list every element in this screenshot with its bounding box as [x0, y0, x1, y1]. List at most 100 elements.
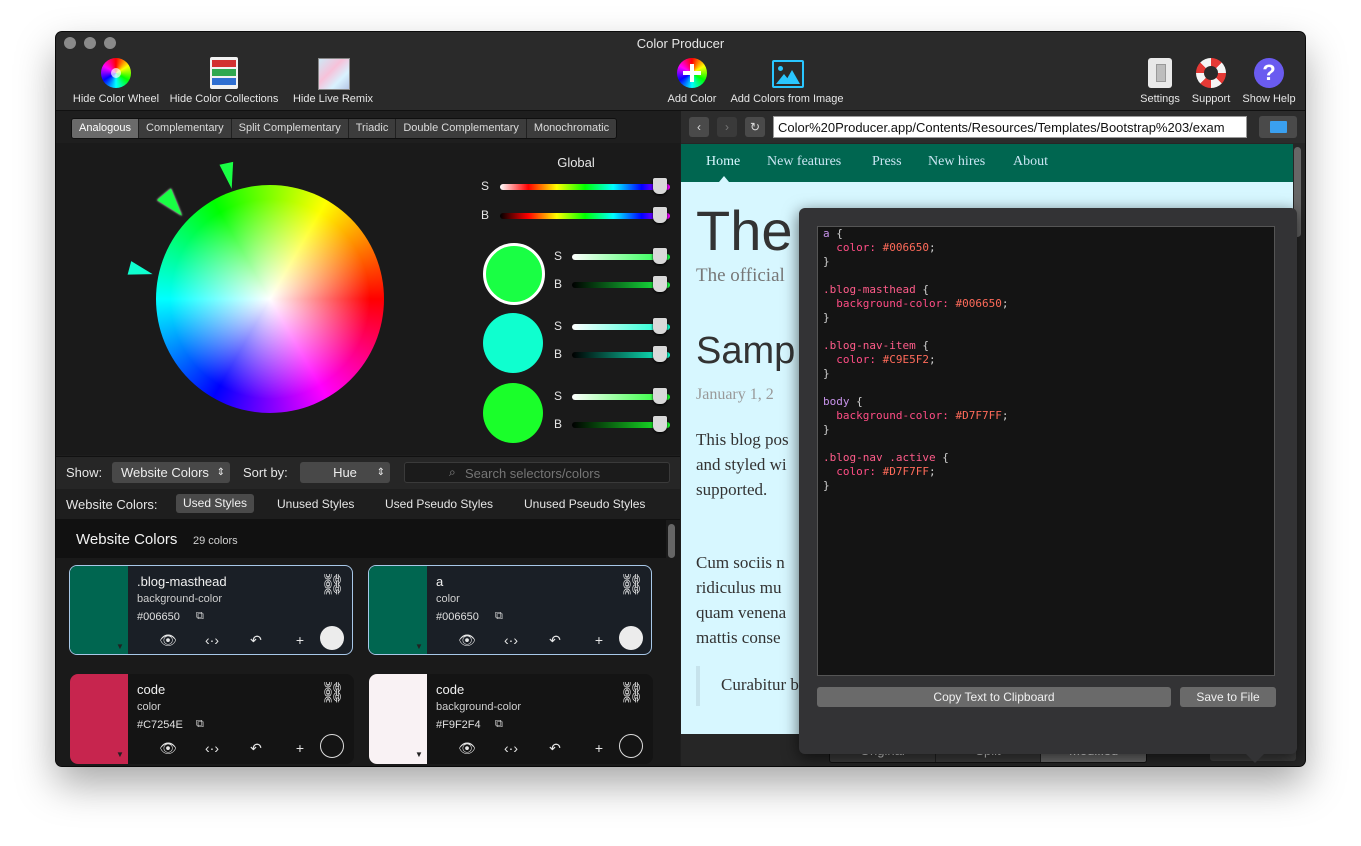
tab-unused-styles[interactable]: Unused Styles — [277, 497, 354, 511]
color-1-s-knob[interactable] — [653, 248, 667, 264]
color-blend-icon[interactable] — [619, 626, 643, 650]
url-field[interactable]: Color%20Producer.app/Contents/Resources/… — [773, 116, 1247, 138]
plus-icon[interactable]: + — [278, 740, 322, 758]
eye-icon[interactable]: 👁 — [445, 740, 489, 758]
link-icon[interactable]: ⛓ — [619, 572, 644, 597]
back-button[interactable]: ‹ — [689, 117, 709, 137]
color-3-b-knob[interactable] — [653, 416, 667, 432]
color-swatch[interactable] — [70, 566, 128, 654]
reload-button[interactable]: ↻ — [745, 117, 765, 137]
reply-icon[interactable]: ↶ — [533, 632, 577, 650]
swatch-menu-icon[interactable]: ▼ — [415, 750, 423, 759]
link-icon[interactable]: ⛓ — [320, 572, 345, 597]
add-colors-from-image-button[interactable]: Add Colors from Image — [724, 56, 850, 105]
add-color-button[interactable]: Add Color — [662, 56, 722, 105]
swatch-menu-icon[interactable]: ▼ — [116, 642, 124, 651]
harmony-color-2[interactable] — [483, 313, 543, 373]
nav-item-new-features[interactable]: New features — [767, 154, 841, 170]
unlink-icon[interactable]: ⛓ — [320, 680, 345, 705]
swatch-menu-icon[interactable]: ▼ — [415, 642, 423, 651]
code-icon[interactable]: ‹·› — [489, 740, 533, 758]
global-s-slider[interactable] — [500, 184, 670, 190]
color-1-b-knob[interactable] — [653, 276, 667, 292]
tab-used-pseudo-styles[interactable]: Used Pseudo Styles — [385, 497, 493, 511]
copy-icon[interactable]: ⧉ — [495, 718, 503, 731]
swatch-menu-icon[interactable]: ▼ — [116, 750, 124, 759]
code-icon[interactable]: ‹·› — [190, 740, 234, 758]
tab-unused-pseudo-styles[interactable]: Unused Pseudo Styles — [524, 497, 645, 511]
folder-button[interactable] — [1259, 116, 1297, 138]
plus-icon[interactable]: + — [577, 632, 621, 650]
show-help-button[interactable]: ? Show Help — [1238, 56, 1300, 105]
css-code-view[interactable]: a { color: #006650;} .blog-masthead { bac… — [817, 226, 1275, 676]
copy-to-clipboard-button[interactable]: Copy Text to Clipboard — [817, 687, 1171, 707]
show-select[interactable]: Website Colors ⇕ — [112, 462, 230, 483]
eye-icon[interactable]: 👁 — [445, 632, 489, 650]
tab-double-complementary[interactable]: Double Complementary — [396, 119, 527, 138]
color-card[interactable]: ▼ a color #006650 ⧉ ⛓ 👁 ‹·› ↶ + — [368, 565, 652, 655]
sort-select-value: Hue — [333, 465, 357, 480]
color-card[interactable]: ▼ code color #C7254E ⧉ ⛓ 👁 ‹·› ↶ + — [70, 674, 354, 764]
search-input[interactable] — [463, 464, 667, 483]
global-b-slider[interactable] — [500, 213, 670, 219]
plus-icon[interactable]: + — [278, 632, 322, 650]
tab-triadic[interactable]: Triadic — [348, 119, 397, 138]
plus-icon[interactable]: + — [577, 740, 621, 758]
color-blend-icon[interactable] — [320, 734, 344, 758]
harmony-color-1[interactable] — [483, 243, 545, 305]
blog-nav: Home New features Press New hires About — [681, 144, 1293, 182]
css-code-token: { — [915, 283, 929, 296]
color-2-s-knob[interactable] — [653, 318, 667, 334]
nav-item-home[interactable]: Home — [706, 154, 740, 170]
code-icon[interactable]: ‹·› — [489, 632, 533, 650]
copy-icon[interactable]: ⧉ — [196, 610, 204, 623]
search-field[interactable]: ⌕ — [404, 462, 670, 483]
list-scrollbar[interactable] — [668, 524, 675, 558]
css-code-token: background-color: — [823, 409, 956, 422]
unlink-icon[interactable]: ⛓ — [619, 680, 644, 705]
tab-used-styles[interactable]: Used Styles — [176, 494, 255, 513]
tab-monochromatic[interactable]: Monochromatic — [526, 119, 617, 138]
color-2-b-knob[interactable] — [653, 346, 667, 362]
tab-analogous[interactable]: Analogous — [72, 119, 139, 138]
color-3-s-knob[interactable] — [653, 388, 667, 404]
color-wheel[interactable] — [156, 185, 384, 413]
copy-icon[interactable]: ⧉ — [495, 610, 503, 623]
global-s-knob[interactable] — [653, 178, 667, 194]
color-blend-icon[interactable] — [320, 626, 344, 650]
reply-icon[interactable]: ↶ — [234, 740, 278, 758]
hide-live-remix-button[interactable]: Hide Live Remix — [288, 56, 378, 105]
wheel-handle-3[interactable] — [127, 261, 155, 281]
tab-complementary[interactable]: Complementary — [139, 119, 232, 138]
css-code-token: color: — [823, 465, 883, 478]
tab-split-complementary[interactable]: Split Complementary — [231, 119, 349, 138]
wheel-handle-2[interactable] — [157, 188, 189, 222]
global-b-knob[interactable] — [653, 207, 667, 223]
harmony-color-3[interactable] — [483, 383, 543, 443]
nav-item-press[interactable]: Press — [872, 154, 902, 170]
reply-icon[interactable]: ↶ — [533, 740, 577, 758]
copy-icon[interactable]: ⧉ — [196, 718, 204, 731]
blog-description: The official — [696, 265, 785, 286]
code-icon[interactable]: ‹·› — [190, 632, 234, 650]
color-card[interactable]: ▼ code background-color #F9F2F4 ⧉ ⛓ 👁 ‹·… — [369, 674, 653, 764]
css-code-token: .blog-nav .active — [823, 451, 936, 464]
color-blend-icon[interactable] — [619, 734, 643, 758]
hide-color-collections-button[interactable]: Hide Color Collections — [164, 56, 284, 105]
wheel-handle-1[interactable] — [219, 161, 239, 191]
eye-icon[interactable]: 👁 — [146, 740, 190, 758]
css-code-token: ; — [928, 353, 936, 366]
support-button[interactable]: Support — [1186, 56, 1236, 105]
reply-icon[interactable]: ↶ — [234, 632, 278, 650]
nav-item-new-hires[interactable]: New hires — [928, 154, 985, 170]
card-actions: 👁 ‹·› ↶ + — [146, 632, 322, 650]
forward-button[interactable]: › — [717, 117, 737, 137]
save-to-file-button[interactable]: Save to File — [1180, 687, 1276, 707]
settings-button[interactable]: Settings — [1136, 56, 1184, 105]
color-swatch[interactable] — [369, 566, 427, 654]
color-card[interactable]: ▼ .blog-masthead background-color #00665… — [69, 565, 353, 655]
nav-item-about[interactable]: About — [1013, 154, 1048, 170]
sort-select[interactable]: Hue ⇕ — [300, 462, 390, 483]
eye-icon[interactable]: 👁 — [146, 632, 190, 650]
hide-color-wheel-button[interactable]: Hide Color Wheel — [64, 56, 168, 105]
